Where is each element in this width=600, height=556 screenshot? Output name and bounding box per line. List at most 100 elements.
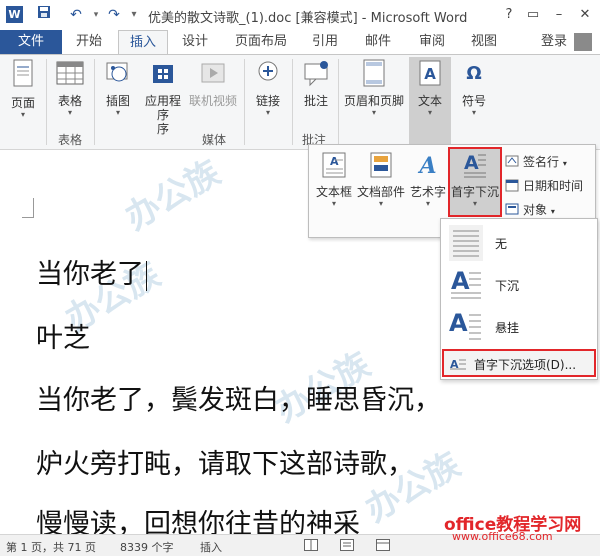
group-separator bbox=[94, 59, 95, 145]
object-icon bbox=[505, 202, 519, 219]
ribbon-insert: 页面 ▾ 表格 ▾ 表格 插图 ▾ 应用程序 序 联机视频 媒体 链接 ▾ 批注… bbox=[0, 54, 600, 150]
signature-icon bbox=[505, 154, 519, 171]
document-line[interactable]: 叶芝 bbox=[36, 316, 90, 355]
table-button[interactable]: 表格 ▾ bbox=[52, 59, 88, 118]
textbox-dropdown-icon: ▾ bbox=[331, 199, 336, 208]
dropcap-highlight-box bbox=[448, 147, 502, 217]
print-layout-icon[interactable] bbox=[340, 539, 354, 554]
dropcap-margin-icon: A bbox=[449, 309, 483, 348]
omega-icon: Ω bbox=[456, 59, 492, 90]
dropcap-none-icon bbox=[449, 225, 483, 264]
date-time-button[interactable]: 日期和时间 bbox=[505, 177, 583, 195]
header-footer-icon bbox=[342, 59, 406, 90]
tab-home[interactable]: 开始 bbox=[66, 30, 112, 54]
calendar-icon bbox=[505, 178, 519, 195]
store-icon bbox=[142, 59, 184, 90]
user-avatar-icon[interactable] bbox=[574, 33, 592, 51]
web-layout-icon[interactable] bbox=[376, 539, 390, 554]
symbols-button[interactable]: Ω 符号 ▾ bbox=[456, 59, 492, 118]
dropcap-options-icon: A bbox=[450, 357, 466, 374]
group-separator bbox=[292, 59, 293, 145]
signature-line-button[interactable]: 签名行 ▾ bbox=[505, 153, 567, 171]
title-bar: W ↶ ▾ ↷ ▾ 优美的散文诗歌_(1).doc [兼容模式] - Micro… bbox=[0, 0, 600, 30]
textbox-icon: A bbox=[313, 151, 355, 182]
tab-view[interactable]: 视图 bbox=[462, 30, 506, 54]
tab-references[interactable]: 引用 bbox=[304, 30, 346, 54]
dropcap-option-in-margin[interactable]: A 悬挂 bbox=[441, 305, 597, 349]
textbox-button[interactable]: A 文本框 ▾ bbox=[313, 151, 355, 208]
object-dropdown-icon: ▾ bbox=[550, 207, 555, 216]
online-video-icon bbox=[188, 59, 238, 90]
dropcap-dropped-icon: A bbox=[449, 267, 483, 306]
close-icon[interactable]: ✕ bbox=[574, 4, 596, 26]
new-comment-button[interactable]: 批注 bbox=[298, 59, 334, 108]
wordart-button[interactable]: A 艺术字 ▾ bbox=[407, 151, 449, 208]
minimize-icon[interactable]: – bbox=[548, 4, 570, 26]
pages-button[interactable]: 页面 ▾ bbox=[6, 59, 40, 120]
read-mode-icon[interactable] bbox=[304, 539, 318, 554]
status-word-count[interactable]: 8339 个字 bbox=[120, 539, 174, 555]
redo-icon[interactable]: ↷ bbox=[104, 5, 124, 25]
links-dropdown-icon: ▾ bbox=[265, 108, 270, 117]
group-separator bbox=[244, 59, 245, 145]
dropcap-options-menuitem[interactable]: A 首字下沉选项(D)... bbox=[442, 349, 596, 377]
online-video-button: 联机视频 bbox=[188, 59, 238, 108]
symbols-dropdown-icon: ▾ bbox=[471, 108, 476, 117]
help-icon[interactable]: ? bbox=[498, 4, 520, 26]
status-page-count[interactable]: 第 1 页，共 71 页 bbox=[6, 539, 96, 555]
document-line[interactable]: 当你老了，鬓发斑白，睡思昏沉， bbox=[36, 378, 441, 417]
text-button[interactable]: A 文本 ▾ bbox=[409, 57, 451, 147]
illustrations-icon bbox=[100, 59, 136, 90]
document-line[interactable]: 慢慢读，回想你往昔的神采 bbox=[36, 502, 360, 534]
text-dropdown-icon: ▾ bbox=[427, 108, 432, 117]
wordart-dropdown-icon: ▾ bbox=[425, 199, 430, 208]
dropcap-option-none[interactable]: 无 bbox=[441, 221, 597, 265]
undo-icon[interactable]: ↶ bbox=[66, 5, 86, 25]
svg-text:A: A bbox=[417, 153, 436, 179]
ribbon-display-options-icon[interactable]: ▭ bbox=[522, 4, 544, 26]
signature-dropdown-icon: ▾ bbox=[562, 159, 567, 168]
save-icon[interactable] bbox=[34, 5, 54, 25]
undo-dropdown-icon[interactable]: ▾ bbox=[86, 5, 106, 25]
object-button[interactable]: 对象 ▾ bbox=[505, 201, 555, 219]
tab-page-layout[interactable]: 页面布局 bbox=[226, 30, 296, 54]
links-button[interactable]: 链接 ▾ bbox=[250, 59, 286, 118]
comment-icon bbox=[298, 59, 334, 90]
status-insert-mode[interactable]: 插入 bbox=[200, 539, 222, 555]
page-margin-mark bbox=[22, 198, 34, 218]
tab-file[interactable]: 文件 bbox=[0, 30, 62, 54]
group-separator bbox=[46, 59, 47, 145]
word-logo-icon: W bbox=[6, 6, 23, 23]
ribbon-tabs: 文件 开始 插入 设计 页面布局 引用 邮件 审阅 视图 登录 bbox=[0, 30, 600, 54]
illustrations-button[interactable]: 插图 ▾ bbox=[100, 59, 136, 118]
login-link[interactable]: 登录 bbox=[541, 30, 567, 54]
page-icon bbox=[6, 59, 40, 92]
svg-text:A: A bbox=[330, 155, 339, 168]
pages-dropdown-icon: ▾ bbox=[20, 110, 25, 119]
quick-parts-button[interactable]: 文档部件 ▾ bbox=[355, 151, 407, 208]
illustrations-dropdown-icon: ▾ bbox=[115, 108, 120, 117]
tab-insert[interactable]: 插入 bbox=[118, 30, 168, 54]
tab-mailings[interactable]: 邮件 bbox=[356, 30, 400, 54]
document-line[interactable]: 炉火旁打盹，请取下这部诗歌， bbox=[36, 442, 414, 481]
text-icon: A bbox=[409, 59, 451, 90]
tab-design[interactable]: 设计 bbox=[174, 30, 216, 54]
table-dropdown-icon: ▾ bbox=[67, 108, 72, 117]
customize-qat-icon[interactable]: ▾ bbox=[124, 5, 144, 25]
svg-text:A: A bbox=[449, 309, 468, 337]
svg-text:A: A bbox=[424, 65, 436, 83]
document-line[interactable]: 当你老了 bbox=[36, 252, 147, 291]
dropcap-menu: 无 A 下沉 A 悬挂 A 首字下沉选项(D)... bbox=[440, 218, 598, 380]
svg-text:Ω: Ω bbox=[466, 63, 481, 84]
dropcap-option-dropped[interactable]: A 下沉 bbox=[441, 263, 597, 307]
group-separator bbox=[338, 59, 339, 145]
quick-parts-dropdown-icon: ▾ bbox=[378, 199, 383, 208]
apps-button[interactable]: 应用程序 序 bbox=[142, 59, 184, 136]
link-icon bbox=[250, 59, 286, 90]
header-footer-dropdown-icon: ▾ bbox=[371, 108, 376, 117]
tab-review[interactable]: 审阅 bbox=[410, 30, 454, 54]
group-label-media: 媒体 bbox=[202, 133, 227, 147]
header-footer-button[interactable]: 页眉和页脚 ▾ bbox=[342, 59, 406, 118]
window-title: 优美的散文诗歌_(1).doc [兼容模式] - Microsoft Word bbox=[148, 11, 468, 26]
text-cursor bbox=[146, 260, 147, 291]
